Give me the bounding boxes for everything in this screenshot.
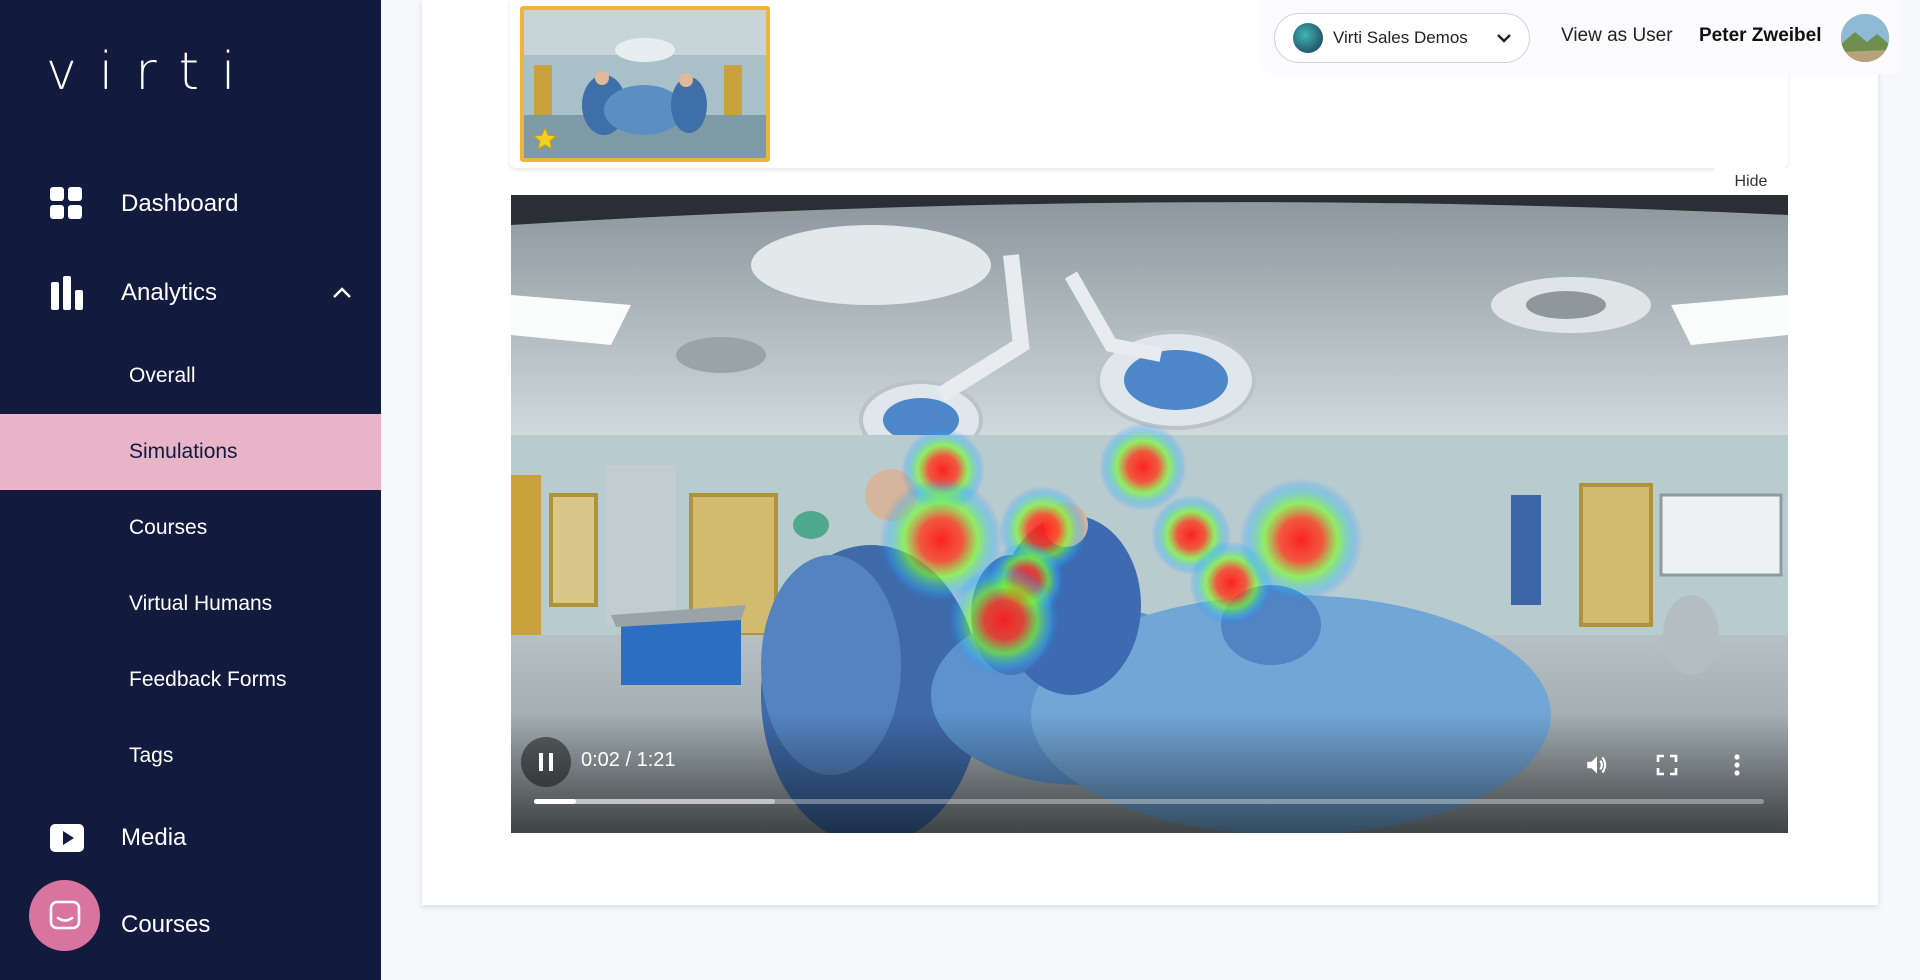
sidebar-item-media[interactable]: Media [0, 808, 381, 868]
sidebar-subitem-tags[interactable]: Tags [0, 718, 381, 794]
organisation-select[interactable]: Virti Sales Demos [1274, 13, 1530, 63]
user-name[interactable]: Peter Zweibel [1699, 25, 1822, 47]
video-player[interactable]: 0:02 / 1:21 [511, 195, 1788, 833]
sidebar-item-label: Courses [121, 911, 211, 938]
chevron-down-icon [1497, 34, 1511, 43]
sidebar-subitem-label: Simulations [129, 440, 238, 463]
video-played-bar [534, 799, 576, 804]
sidebar-item-analytics[interactable]: Analytics [0, 263, 381, 323]
volume-button[interactable] [1577, 745, 1617, 785]
virti-logo: virti [46, 42, 258, 102]
video-progress-bar[interactable] [534, 799, 1764, 804]
user-avatar[interactable] [1841, 14, 1889, 62]
sidebar-subitem-feedback-forms[interactable]: Feedback Forms [0, 642, 381, 718]
sidebar-item-label: Dashboard [121, 190, 239, 217]
hide-thumbnails-button[interactable]: Hide [1714, 168, 1788, 196]
volume-icon [1587, 756, 1607, 774]
play-icon [50, 824, 84, 852]
video-thumbnail[interactable] [520, 6, 770, 162]
sidebar-item-label: Media [121, 824, 187, 851]
more-options-button[interactable] [1717, 745, 1757, 785]
avatar-image [1841, 14, 1889, 62]
pause-icon [539, 753, 553, 771]
sidebar-subitem-label: Feedback Forms [129, 668, 287, 691]
fullscreen-button[interactable] [1647, 745, 1687, 785]
sidebar-subitem-overall[interactable]: Overall [0, 338, 381, 414]
dashboard-icon [50, 187, 82, 219]
sidebar-subitem-label: Courses [129, 516, 208, 539]
sidebar-subitem-simulations[interactable]: Simulations [0, 414, 381, 490]
sidebar-subitem-label: Tags [129, 744, 174, 767]
bar-chart-icon [51, 276, 83, 310]
organisation-avatar [1293, 23, 1323, 53]
fullscreen-icon [1656, 754, 1678, 776]
chat-launcher-button[interactable] [29, 880, 100, 951]
chevron-up-icon[interactable] [330, 281, 354, 305]
sidebar: virti Dashboard Analytics Overall Simula… [0, 0, 381, 980]
sidebar-subitem-label: Virtual Humans [129, 592, 273, 615]
thumbnail-image [524, 10, 766, 158]
pause-button[interactable] [521, 737, 571, 787]
sidebar-subitem-virtual-humans[interactable]: Virtual Humans [0, 566, 381, 642]
view-as-user-link[interactable]: View as User [1561, 25, 1673, 47]
sidebar-item-dashboard[interactable]: Dashboard [0, 174, 381, 234]
organisation-select-label: Virti Sales Demos [1333, 28, 1468, 47]
sidebar-subitem-courses[interactable]: Courses [0, 490, 381, 566]
more-vertical-icon [1734, 754, 1740, 776]
sidebar-item-label: Analytics [121, 279, 218, 306]
sidebar-subitem-label: Overall [129, 364, 196, 387]
star-icon [533, 127, 557, 150]
video-time-display: 0:02 / 1:21 [581, 749, 676, 771]
chat-icon [49, 900, 80, 929]
